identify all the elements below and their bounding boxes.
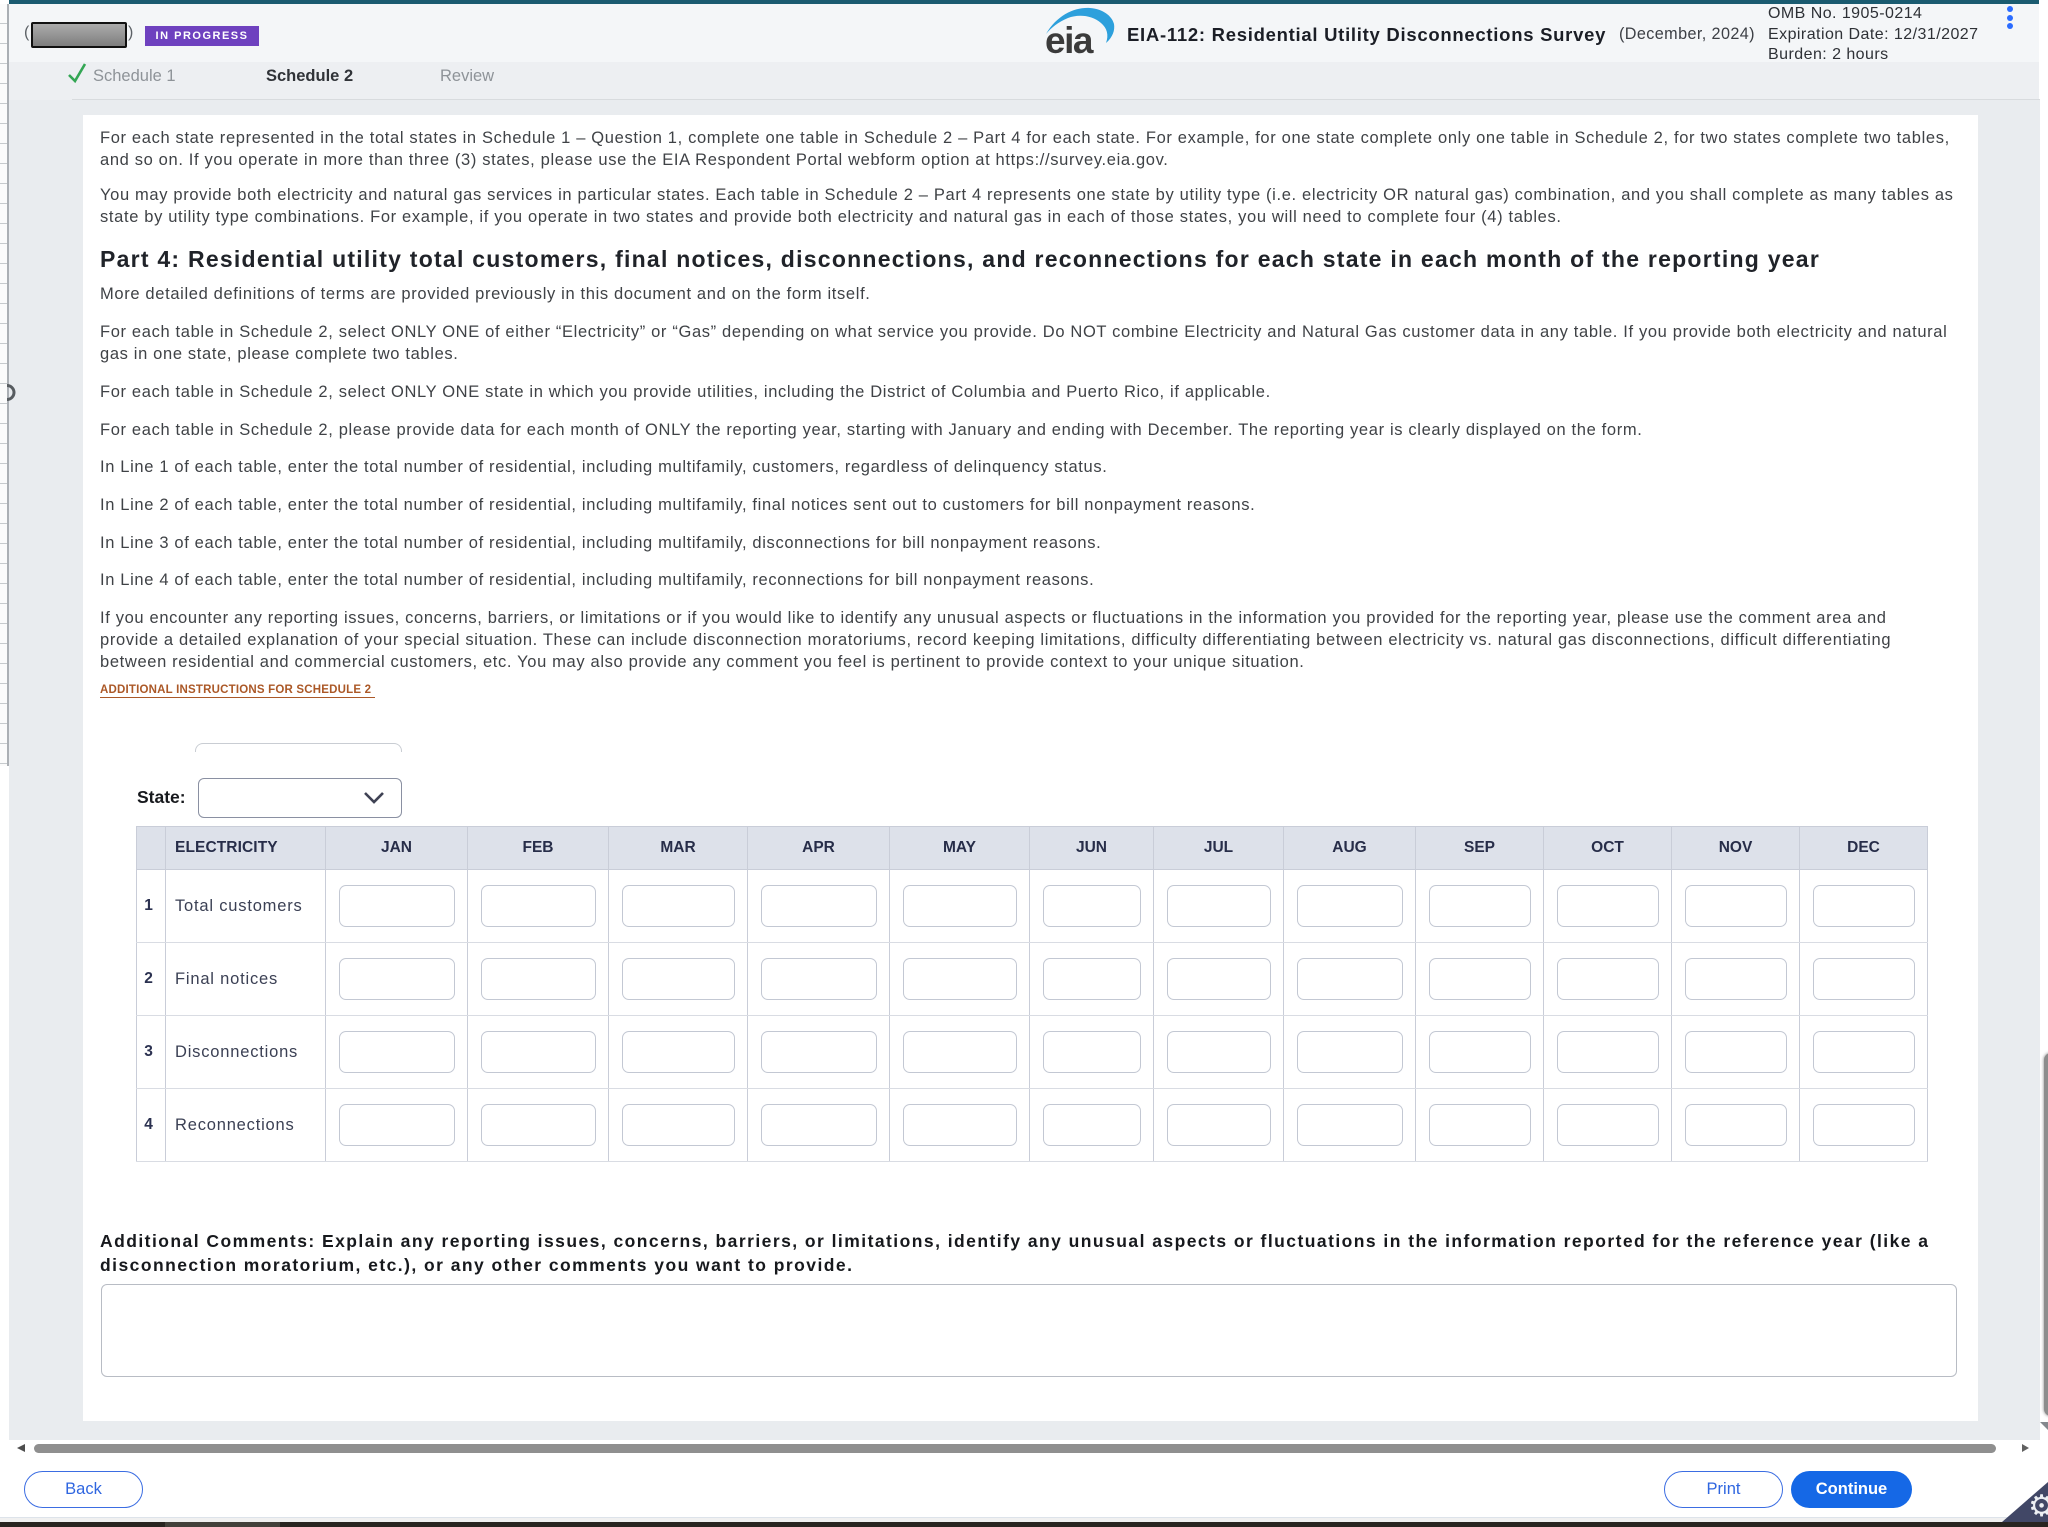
- svg-text:eia: eia: [1045, 20, 1094, 55]
